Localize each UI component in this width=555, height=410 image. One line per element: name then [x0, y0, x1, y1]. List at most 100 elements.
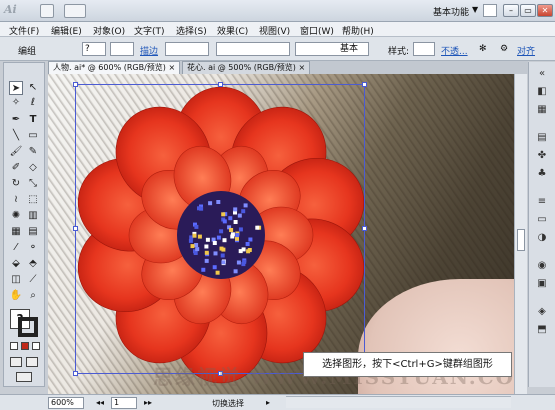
column-graph-tool-icon[interactable]: ▥ — [26, 209, 40, 223]
isolate-group-icon[interactable]: ⚙ — [500, 44, 508, 54]
stroke-link[interactable]: 描边 — [140, 44, 158, 57]
center-dot — [235, 233, 240, 238]
eraser-tool-icon[interactable]: ◇ — [26, 161, 40, 175]
center-dot — [219, 229, 224, 234]
pen-tool-icon[interactable]: ✒ — [9, 113, 23, 127]
hand-tool-icon[interactable]: ✋ — [9, 289, 23, 303]
vertical-scroll-thumb[interactable] — [517, 229, 525, 251]
status-menu-arrow-icon[interactable]: ▸ — [266, 398, 270, 407]
line-tool-icon[interactable]: ╲ — [9, 129, 23, 143]
flower-artwork[interactable] — [48, 74, 514, 394]
color-mode-icon[interactable] — [10, 342, 18, 350]
minimize-button[interactable]: – — [503, 4, 519, 17]
page-field[interactable]: 1 — [111, 397, 137, 409]
bridge-icon[interactable] — [40, 4, 54, 18]
restore-button[interactable]: ▭ — [520, 4, 536, 17]
appearance-icon[interactable]: ◉ — [535, 260, 549, 272]
panel-dock: « ◧ ▦ ▤ ✤ ♣ ≡ ▭ ◑ ◉ ▣ ◈ ⬒ — [528, 62, 555, 387]
align-link[interactable]: 对齐 — [517, 44, 535, 57]
stroke-weight-field[interactable] — [165, 42, 209, 56]
menu-view[interactable]: 视图(V) — [259, 24, 290, 37]
menu-select[interactable]: 选择(S) — [176, 24, 207, 37]
first-page-icon[interactable]: ◂◂ — [96, 398, 104, 407]
color-guide-icon[interactable]: ▦ — [535, 104, 549, 116]
stroke-box[interactable] — [18, 317, 38, 337]
artboard-canvas[interactable]: 思缘视觉 WWW.MISSYUAN.COM 选择图形，按下<Ctrl+G>键群组… — [48, 74, 514, 394]
gradient-tool-icon[interactable]: ▤ — [26, 225, 40, 239]
rotate-tool-icon[interactable]: ↻ — [9, 177, 23, 191]
type-tool-icon[interactable]: T — [26, 113, 40, 127]
next-page-icon[interactable]: ▸▸ — [144, 398, 152, 407]
center-dot — [212, 241, 217, 245]
graphic-styles-icon[interactable]: ▣ — [535, 278, 549, 290]
opacity-link[interactable]: 不透... — [441, 44, 468, 57]
bounding-handle[interactable] — [362, 82, 367, 87]
zoom-tool-icon[interactable]: ⌕ — [26, 289, 40, 303]
zoom-field[interactable]: 600% — [48, 397, 84, 409]
screen-mode-icon[interactable] — [16, 372, 32, 382]
symbol-sprayer-tool-icon[interactable]: ✺ — [9, 209, 23, 223]
scale-tool-icon[interactable]: ⤡ — [26, 177, 40, 191]
draw-inside-icon[interactable] — [26, 357, 38, 367]
horizontal-scrollbar[interactable] — [286, 396, 511, 408]
symbols-icon[interactable]: ♣ — [535, 168, 549, 180]
transparency-icon[interactable]: ◑ — [535, 232, 549, 244]
rectangle-tool-icon[interactable]: ▭ — [26, 129, 40, 143]
close-button[interactable]: ✕ — [537, 4, 553, 17]
menu-type[interactable]: 文字(T) — [134, 24, 165, 37]
bounding-handle[interactable] — [73, 226, 78, 231]
vertical-scrollbar[interactable] — [514, 74, 527, 394]
tab-document-2[interactable]: 花心. ai @ 500% (RGB/预览) × — [182, 61, 310, 74]
chevron-down-icon[interactable]: ▼ — [472, 5, 478, 14]
menu-object[interactable]: 对象(O) — [93, 24, 125, 37]
brush-definition[interactable]: 基本 — [295, 42, 369, 56]
collapse-icon[interactable]: « — [535, 68, 549, 80]
mesh-tool-icon[interactable]: ▦ — [9, 225, 23, 239]
center-dot — [242, 259, 247, 264]
live-paint-selection-tool-icon[interactable]: ⬘ — [26, 257, 40, 271]
tab-document-1[interactable]: 人物. ai* @ 600% (RGB/预览) × — [48, 61, 180, 74]
artboard-tool-icon[interactable]: ◫ — [9, 273, 23, 287]
menu-window[interactable]: 窗口(W) — [300, 24, 334, 37]
magic-wand-tool-icon[interactable]: ✧ — [9, 96, 23, 110]
color-panel-icon[interactable]: ◧ — [535, 86, 549, 98]
live-paint-tool-icon[interactable]: ⬙ — [9, 257, 23, 271]
menu-edit[interactable]: 编辑(E) — [51, 24, 82, 37]
graphic-style-swatch[interactable] — [413, 42, 435, 56]
close-icon: × — [168, 63, 176, 72]
lasso-tool-icon[interactable]: ℓ — [26, 96, 40, 110]
artboards-icon[interactable]: ⬒ — [535, 324, 549, 336]
variable-width-profile[interactable] — [216, 42, 290, 56]
none-mode-icon[interactable] — [32, 342, 40, 350]
menu-effect[interactable]: 效果(C) — [217, 24, 248, 37]
selection-tool-icon[interactable]: ➤ — [9, 81, 23, 95]
stroke-panel-icon[interactable]: ≡ — [535, 196, 549, 208]
draw-mode-icon[interactable] — [10, 357, 22, 367]
blend-tool-icon[interactable]: ⚬ — [26, 241, 40, 255]
gradient-mode-icon[interactable] — [21, 342, 29, 350]
arrange-documents-icon[interactable] — [64, 4, 86, 18]
free-transform-tool-icon[interactable]: ⬚ — [26, 193, 40, 207]
paintbrush-tool-icon[interactable]: 🖌 — [9, 145, 23, 159]
fill-swatch[interactable]: ? — [82, 42, 106, 56]
workspace-label[interactable]: 基本功能 — [433, 5, 469, 18]
slice-tool-icon[interactable]: ⟋ — [26, 273, 40, 287]
pencil-tool-icon[interactable]: ✎ — [26, 145, 40, 159]
search-input[interactable] — [483, 4, 497, 17]
blob-brush-tool-icon[interactable]: ✐ — [9, 161, 23, 175]
layers-icon[interactable]: ◈ — [535, 306, 549, 318]
bounding-handle[interactable] — [73, 82, 78, 87]
bounding-handle[interactable] — [362, 226, 367, 231]
bounding-handle[interactable] — [218, 82, 223, 87]
direct-selection-tool-icon[interactable]: ↖ — [26, 81, 40, 95]
recolor-icon[interactable]: ✻ — [479, 44, 487, 54]
warp-tool-icon[interactable]: ≀ — [9, 193, 23, 207]
bounding-handle[interactable] — [73, 371, 78, 376]
eyedropper-tool-icon[interactable]: ⁄ — [9, 241, 23, 255]
menu-file[interactable]: 文件(F) — [9, 24, 39, 37]
swatches-icon[interactable]: ▤ — [535, 132, 549, 144]
menu-help[interactable]: 帮助(H) — [342, 24, 374, 37]
stroke-swatch[interactable] — [110, 42, 134, 56]
brushes-icon[interactable]: ✤ — [535, 150, 549, 162]
gradient-panel-icon[interactable]: ▭ — [535, 214, 549, 226]
